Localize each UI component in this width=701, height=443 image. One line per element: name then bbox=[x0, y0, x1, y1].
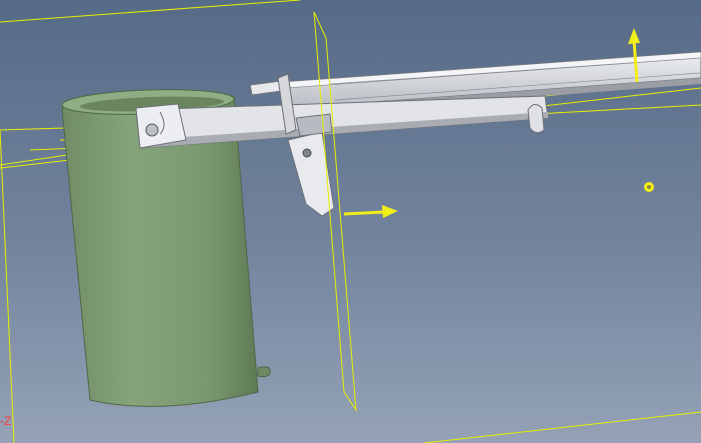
pivot-point-icon[interactable] bbox=[644, 182, 654, 192]
axis-indicator-label: -Z bbox=[0, 414, 12, 428]
cad-3d-viewport[interactable]: -Z bbox=[0, 0, 701, 443]
scene-canvas[interactable] bbox=[0, 0, 701, 443]
